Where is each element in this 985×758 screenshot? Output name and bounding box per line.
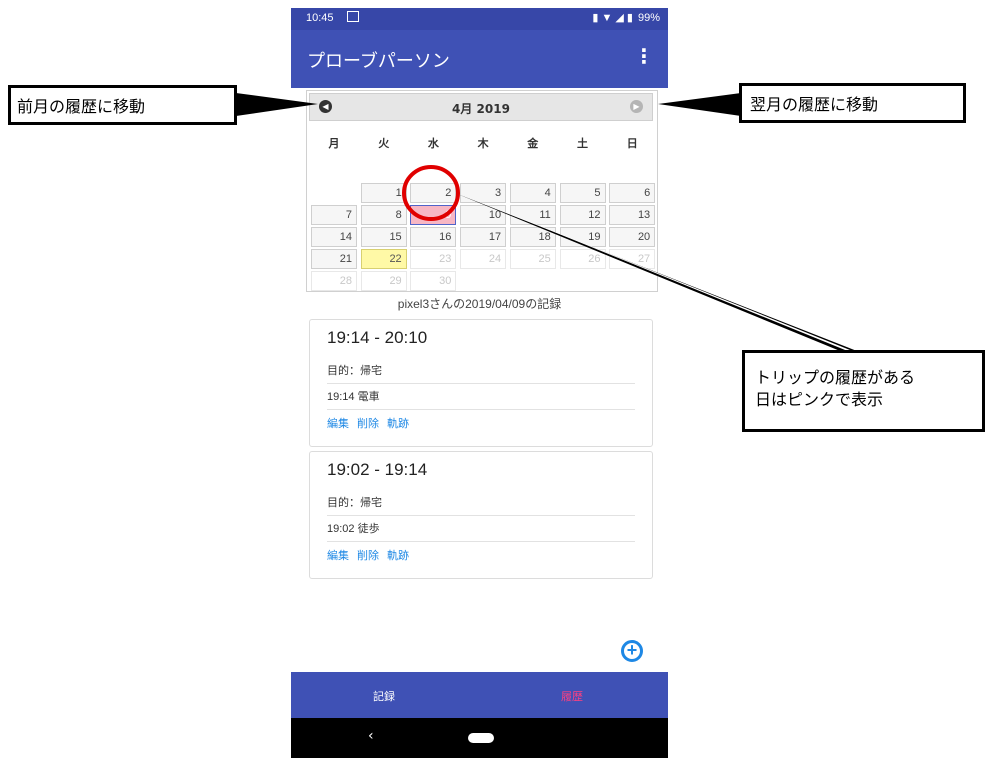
track-link[interactable]: 軌跡 bbox=[387, 549, 409, 562]
battery-label: 99% bbox=[637, 11, 660, 24]
trip-segment: 19:14 電車 bbox=[327, 388, 635, 410]
weekday-label: 水 bbox=[427, 137, 439, 150]
trip-time: 19:14 - 20:10 bbox=[327, 328, 428, 347]
calendar-day[interactable]: 22 bbox=[360, 249, 407, 269]
trip-purpose: 目的：帰宅 bbox=[327, 494, 635, 516]
calendar-day[interactable]: 1 bbox=[360, 183, 407, 203]
callout-trip-line1: トリップの履歴がある bbox=[755, 368, 916, 387]
calendar-day[interactable]: 12 bbox=[559, 205, 606, 225]
delete-link[interactable]: 削除 bbox=[357, 417, 379, 430]
weekday-label: 木 bbox=[477, 137, 489, 150]
calendar-day[interactable]: 24 bbox=[460, 249, 507, 269]
calendar-day[interactable]: 21 bbox=[311, 249, 357, 269]
calendar-header: ◀ 4月 2019 ▶ bbox=[309, 93, 653, 121]
weekday-label: 日 bbox=[626, 137, 638, 150]
bottom-nav: 記録 履歴 bbox=[291, 672, 668, 718]
trip-purpose: 目的：帰宅 bbox=[327, 362, 635, 384]
calendar-day[interactable]: 16 bbox=[410, 227, 457, 247]
calendar-day[interactable]: 4 bbox=[509, 183, 556, 203]
calendar-day[interactable]: 13 bbox=[609, 205, 656, 225]
calendar-month-label: 4月 2019 bbox=[452, 102, 510, 116]
calendar-day-trip[interactable]: 9 bbox=[410, 205, 457, 225]
more-vert-icon[interactable]: ⋮ bbox=[634, 44, 654, 68]
callout-prev-month: 前月の履歴に移動 bbox=[8, 85, 237, 125]
callout-trip-line2: 日はピンクで表示 bbox=[755, 390, 884, 409]
status-glyphs: ▮ ▼ ◢ ▮ bbox=[592, 12, 633, 24]
status-time: 10:45 bbox=[306, 12, 334, 24]
calendar-day[interactable]: 7 bbox=[311, 205, 357, 225]
system-nav-bar: ‹ bbox=[291, 718, 668, 758]
calendar-day[interactable]: 14 bbox=[311, 227, 357, 247]
calendar-day[interactable]: 25 bbox=[509, 249, 556, 269]
calendar-day[interactable]: 17 bbox=[460, 227, 507, 247]
callout-next-month: 翌月の履歴に移動 bbox=[739, 83, 966, 123]
calendar-day[interactable]: 26 bbox=[559, 249, 606, 269]
calendar-day[interactable]: 27 bbox=[609, 249, 656, 269]
tab-record[interactable]: 記録 bbox=[373, 688, 395, 704]
calendar-day[interactable]: 23 bbox=[410, 249, 457, 269]
calendar: ◀ 4月 2019 ▶ 月火水木金土日 1 2 3 4 5 6 7 8 9 10 11 12 13 14 1… bbox=[306, 90, 658, 292]
back-icon[interactable]: ‹ bbox=[368, 728, 374, 744]
trip-segment: 19:02 徒歩 bbox=[327, 520, 635, 542]
next-month-icon[interactable]: ▶ bbox=[630, 100, 643, 113]
calendar-day[interactable]: 10 bbox=[460, 205, 507, 225]
calendar-day[interactable]: 6 bbox=[609, 183, 656, 203]
weekday-label: 金 bbox=[527, 137, 539, 150]
add-circle-icon[interactable]: + bbox=[621, 640, 643, 662]
weekday-label: 月 bbox=[328, 137, 340, 150]
home-pill-icon[interactable] bbox=[468, 733, 494, 743]
track-link[interactable]: 軌跡 bbox=[387, 417, 409, 430]
trip-card[interactable]: 19:14 - 20:10 目的：帰宅 19:14 電車 編集 削除 軌跡 bbox=[309, 319, 653, 447]
tab-history[interactable]: 履歴 bbox=[561, 688, 583, 704]
trip-actions: 編集 削除 軌跡 bbox=[327, 415, 417, 431]
screenshot-icon bbox=[347, 11, 359, 22]
calendar-day[interactable]: 30 bbox=[410, 271, 457, 291]
calendar-day[interactable]: 29 bbox=[360, 271, 407, 291]
app-title: プローブパーソン bbox=[307, 51, 450, 72]
edit-link[interactable]: 編集 bbox=[327, 549, 349, 562]
calendar-day[interactable]: 18 bbox=[509, 227, 556, 247]
status-bar: 10:45 ▮ ▼ ◢ ▮ 99% bbox=[291, 8, 668, 30]
calendar-day[interactable]: 11 bbox=[509, 205, 556, 225]
weekday-label: 火 bbox=[378, 137, 390, 150]
callout-trip-day: トリップの履歴がある 日はピンクで表示 bbox=[742, 350, 985, 432]
calendar-day[interactable]: 19 bbox=[559, 227, 606, 247]
calendar-day[interactable]: 8 bbox=[360, 205, 407, 225]
calendar-day[interactable]: 28 bbox=[311, 271, 357, 291]
calendar-day[interactable]: 3 bbox=[460, 183, 507, 203]
trip-card[interactable]: 19:02 - 19:14 目的：帰宅 19:02 徒歩 編集 削除 軌跡 bbox=[309, 451, 653, 579]
trip-actions: 編集 削除 軌跡 bbox=[327, 547, 417, 563]
callout-prev-month-text: 前月の履歴に移動 bbox=[17, 97, 146, 116]
status-icons: ▮ ▼ ◢ ▮ 99% bbox=[592, 11, 660, 25]
record-title: pixel3さんの2019/04/09の記録 bbox=[397, 297, 562, 311]
trip-time: 19:02 - 19:14 bbox=[327, 460, 428, 479]
app-bar: プローブパーソン ⋮ bbox=[291, 30, 668, 88]
callout-next-month-text: 翌月の履歴に移動 bbox=[750, 95, 879, 114]
calendar-day[interactable]: 5 bbox=[559, 183, 606, 203]
weekday-label: 土 bbox=[577, 137, 588, 150]
delete-link[interactable]: 削除 bbox=[357, 549, 379, 562]
calendar-day[interactable]: 20 bbox=[609, 227, 656, 247]
calendar-day[interactable]: 15 bbox=[360, 227, 407, 247]
calendar-day[interactable]: 2 bbox=[410, 183, 457, 203]
callout-pointer-right bbox=[658, 93, 741, 116]
edit-link[interactable]: 編集 bbox=[327, 417, 349, 430]
phone-screen: 10:45 ▮ ▼ ◢ ▮ 99% プローブパーソン ⋮ ◀ 4月 2019 ▶… bbox=[291, 8, 668, 758]
